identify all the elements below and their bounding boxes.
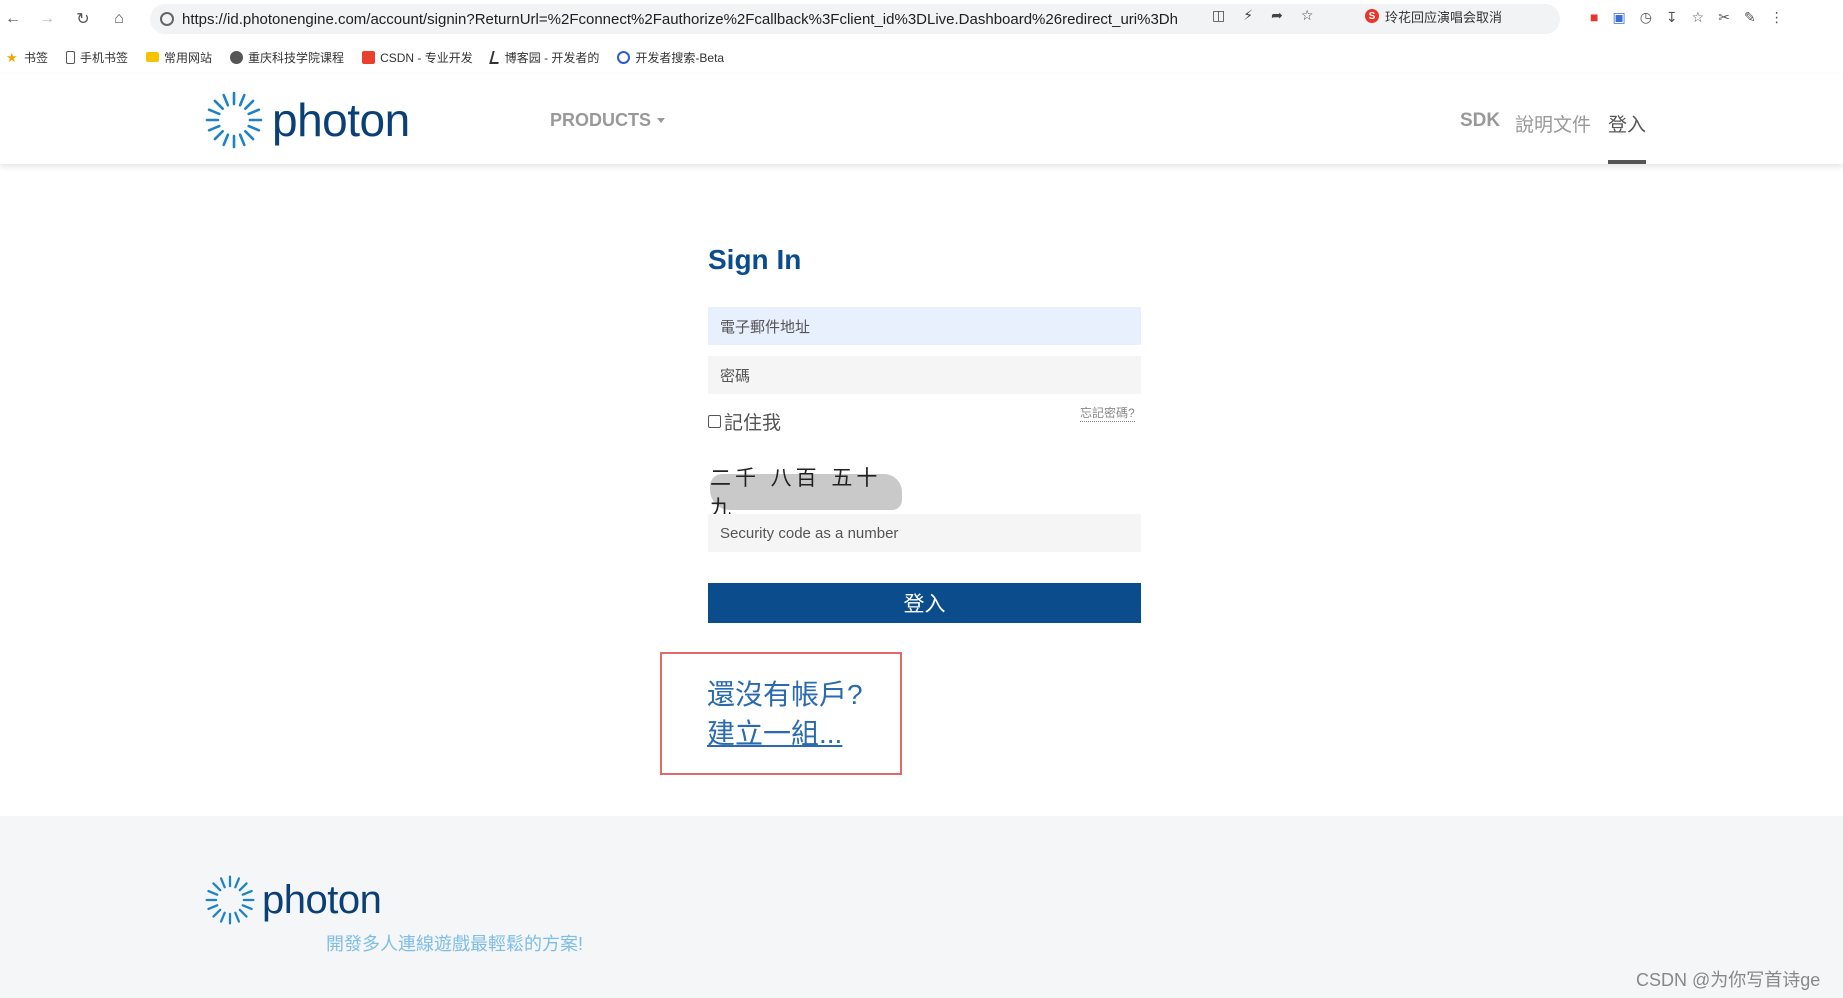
bookmark-label: 开发者搜索-Beta <box>635 50 725 65</box>
remember-checkbox[interactable] <box>708 415 721 428</box>
bookmark-item[interactable]: 手机书签 <box>66 49 128 66</box>
bookmarks-bar: ★ 书签 手机书签 常用网站 重庆科技学院课程 CSDN - 专业开发 博客园 … <box>0 44 1843 70</box>
menu-icon[interactable]: ⋮ <box>1770 9 1784 26</box>
bookmark-item[interactable]: 开发者搜索-Beta <box>617 49 724 66</box>
logo-wordmark: photon <box>272 94 410 146</box>
translate-icon[interactable]: ◫ <box>1212 7 1225 24</box>
download-icon[interactable]: ↧ <box>1666 9 1678 26</box>
email-field[interactable]: 電子郵件地址 <box>708 307 1141 345</box>
security-code-field[interactable]: Security code as a number <box>708 514 1141 552</box>
login-button[interactable]: 登入 <box>708 583 1141 623</box>
nav-sdk[interactable]: SDK <box>1460 110 1500 132</box>
caret-down-icon <box>657 118 666 123</box>
bookmark-star-icon[interactable]: ☆ <box>1301 7 1314 24</box>
footer-wordmark: photon <box>262 877 382 922</box>
photon-logo[interactable]: photon <box>204 90 410 150</box>
news-chip[interactable]: S 玲花回应演唱会取消 <box>1365 6 1502 26</box>
remember-me[interactable]: 記住我 <box>708 408 781 435</box>
forward-icon[interactable]: → <box>36 8 58 30</box>
footer-logo[interactable]: photon <box>204 874 382 926</box>
back-icon[interactable]: ← <box>2 8 24 30</box>
bookmark-item[interactable]: 常用网站 <box>146 49 212 66</box>
search-icon <box>160 12 174 26</box>
browser-toolbar: ← → ↻ ⌂ https://id.photonengine.com/acco… <box>0 0 1843 40</box>
globe-icon <box>230 50 244 64</box>
pen-icon[interactable]: ✎ <box>1744 9 1756 26</box>
page-title: Sign In <box>708 244 802 275</box>
photon-sun-icon <box>205 875 255 925</box>
news-chip-text: 玲花回应演唱会取消 <box>1385 9 1503 25</box>
csdn-watermark: CSDN @为你写首诗ge <box>1636 970 1821 990</box>
footer-tagline: 開發多人連線遊戲最輕鬆的方案! <box>326 934 583 954</box>
pdf-icon[interactable]: ■ <box>1590 9 1598 26</box>
bookmark-label: 手机书签 <box>80 50 129 65</box>
bookmark-label: 重庆科技学院课程 <box>248 50 345 65</box>
bookmark-label: 常用网站 <box>164 50 213 65</box>
folder-icon <box>146 52 160 62</box>
favorites-icon[interactable]: ☆ <box>1692 9 1705 26</box>
browser-tools: ■ ▣ ◷ ↧ ☆ ✂ ✎ ⋮ <box>1590 9 1784 26</box>
scissors-icon[interactable]: ✂ <box>1718 9 1730 26</box>
bookmark-label: CSDN - 专业开发 <box>380 50 473 65</box>
phone-icon <box>66 50 76 64</box>
search-beta-icon <box>617 50 631 64</box>
home-icon[interactable]: ⌂ <box>108 8 130 30</box>
remember-label: 記住我 <box>724 413 782 434</box>
bookmark-item[interactable]: CSDN - 专业开发 <box>362 49 473 66</box>
captcha-image: 二千 八百 五十 九 <box>710 466 902 520</box>
nav-docs[interactable]: 說明文件 <box>1515 110 1591 137</box>
csdn-icon <box>362 50 376 64</box>
share-icon[interactable]: ➦ <box>1271 7 1283 24</box>
address-bar[interactable]: https://id.photonengine.com/account/sign… <box>150 4 1560 34</box>
sogou-icon: S <box>1365 9 1379 23</box>
bookmark-label: 博客园 - 开发者的 <box>504 50 600 65</box>
lightning-icon[interactable]: ⚡ <box>1243 7 1253 24</box>
star-icon: ★ <box>6 49 18 65</box>
bookmark-item[interactable]: 重庆科技学院课程 <box>230 49 344 66</box>
security-code-placeholder: Security code as a number <box>720 524 899 542</box>
password-placeholder: 密碼 <box>720 367 751 385</box>
password-field[interactable]: 密碼 <box>708 356 1141 394</box>
reload-icon[interactable]: ↻ <box>72 8 94 30</box>
photon-sun-icon <box>205 91 263 149</box>
bookmark-item[interactable]: 博客园 - 开发者的 <box>488 49 600 66</box>
address-bar-actions: ◫ ⚡ ➦ ☆ <box>1212 7 1313 24</box>
active-nav-indicator <box>1608 160 1646 164</box>
bookmark-item[interactable]: ★ 书签 <box>6 49 48 66</box>
bookmark-label: 书签 <box>24 50 49 65</box>
products-label: PRODUCTS <box>550 110 652 130</box>
translate-tool-icon[interactable]: ▣ <box>1612 9 1625 26</box>
history-icon[interactable]: ◷ <box>1640 9 1652 26</box>
no-account-text: 還沒有帳戶? <box>707 679 863 710</box>
email-placeholder: 電子郵件地址 <box>720 318 811 336</box>
site-header: photon PRODUCTS SDK 說明文件 登入 <box>0 74 1843 164</box>
products-menu[interactable]: PRODUCTS <box>550 110 666 131</box>
create-account-link[interactable]: 建立一組... <box>707 712 842 752</box>
url-text[interactable]: https://id.photonengine.com/account/sign… <box>182 11 1202 28</box>
forgot-password-link[interactable]: 忘記密碼? <box>1080 404 1135 422</box>
site-footer: photon 開發多人連線遊戲最輕鬆的方案! CSDN @为你写首诗ge <box>0 816 1843 998</box>
nav-login[interactable]: 登入 <box>1608 110 1646 137</box>
cnblogs-icon <box>488 50 502 64</box>
